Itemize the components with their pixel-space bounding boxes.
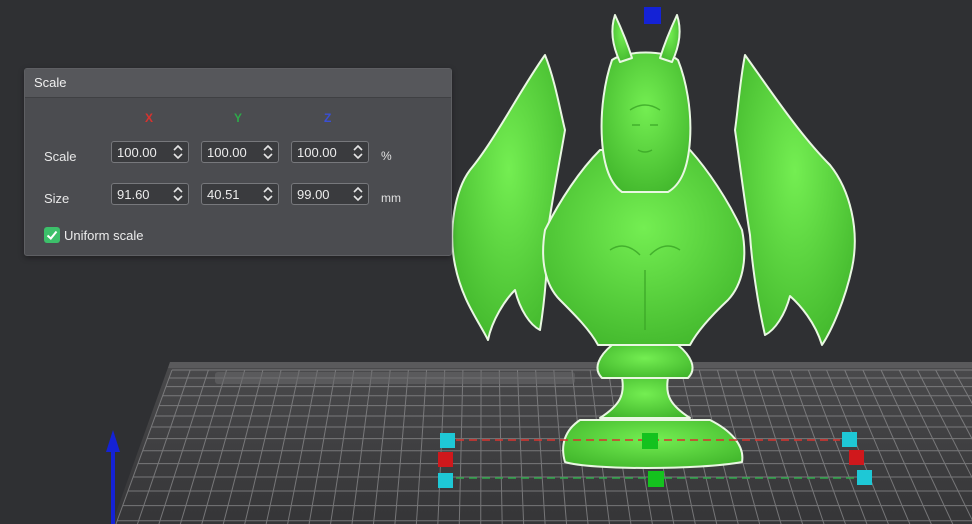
scale-row-label: Scale bbox=[44, 149, 77, 164]
spin-down-icon[interactable] bbox=[262, 194, 274, 202]
spin-up-icon[interactable] bbox=[262, 144, 274, 152]
size-y-input[interactable] bbox=[202, 184, 263, 204]
spin-down-icon[interactable] bbox=[352, 194, 364, 202]
scale-y-field[interactable] bbox=[201, 141, 279, 163]
scale-handle-x-left[interactable] bbox=[438, 452, 453, 467]
size-z-input[interactable] bbox=[292, 184, 353, 204]
axis-label-y: Y bbox=[234, 111, 243, 125]
spin-down-icon[interactable] bbox=[262, 152, 274, 160]
scale-y-input[interactable] bbox=[202, 142, 263, 162]
scale-x-spinner[interactable] bbox=[172, 144, 184, 160]
scale-unit: % bbox=[381, 149, 392, 163]
panel-title: Scale bbox=[25, 69, 451, 98]
spin-up-icon[interactable] bbox=[352, 186, 364, 194]
uniform-scale-checkbox[interactable] bbox=[44, 227, 60, 243]
size-unit: mm bbox=[381, 191, 401, 205]
plate-logo bbox=[215, 372, 575, 384]
scale-handle-corner-right-front[interactable] bbox=[857, 470, 872, 485]
uniform-scale-label[interactable]: Uniform scale bbox=[64, 228, 143, 243]
scale-handle-corner-left-back[interactable] bbox=[440, 433, 455, 448]
scale-handle-y-front[interactable] bbox=[648, 471, 664, 487]
size-z-spinner[interactable] bbox=[352, 186, 364, 202]
axis-label-x: X bbox=[145, 111, 154, 125]
spin-down-icon[interactable] bbox=[172, 194, 184, 202]
size-y-field[interactable] bbox=[201, 183, 279, 205]
spin-up-icon[interactable] bbox=[172, 144, 184, 152]
size-x-spinner[interactable] bbox=[172, 186, 184, 202]
size-row-label: Size bbox=[44, 191, 70, 206]
spin-up-icon[interactable] bbox=[172, 186, 184, 194]
scale-handle-corner-left-front[interactable] bbox=[438, 473, 453, 488]
scale-handle-z-top[interactable] bbox=[644, 7, 661, 24]
checkmark-icon bbox=[46, 230, 58, 240]
scale-handle-y-back[interactable] bbox=[642, 433, 658, 449]
spin-up-icon[interactable] bbox=[262, 186, 274, 194]
spin-down-icon[interactable] bbox=[172, 152, 184, 160]
size-y-spinner[interactable] bbox=[262, 186, 274, 202]
scale-z-input[interactable] bbox=[292, 142, 353, 162]
size-x-field[interactable] bbox=[111, 183, 189, 205]
scale-panel: Scale X Y Z Scale % Size bbox=[24, 68, 452, 256]
scale-handle-corner-right-back[interactable] bbox=[842, 432, 857, 447]
size-x-input[interactable] bbox=[112, 184, 173, 204]
spin-down-icon[interactable] bbox=[352, 152, 364, 160]
scale-z-field[interactable] bbox=[291, 141, 369, 163]
scale-x-input[interactable] bbox=[112, 142, 173, 162]
scale-handle-x-right[interactable] bbox=[849, 450, 864, 465]
spin-up-icon[interactable] bbox=[352, 144, 364, 152]
scale-x-field[interactable] bbox=[111, 141, 189, 163]
axis-label-z: Z bbox=[324, 111, 332, 125]
size-z-field[interactable] bbox=[291, 183, 369, 205]
scale-y-spinner[interactable] bbox=[262, 144, 274, 160]
scale-z-spinner[interactable] bbox=[352, 144, 364, 160]
